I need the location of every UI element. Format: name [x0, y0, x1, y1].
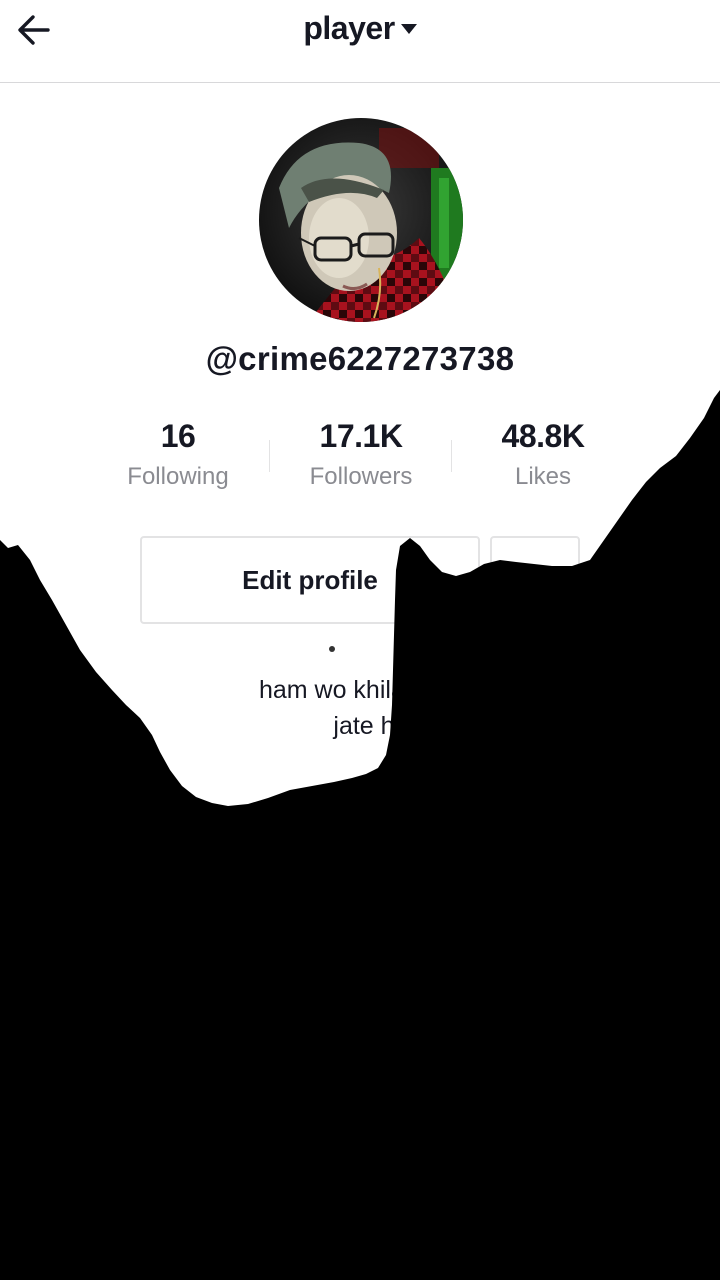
followers-count: 17.1K: [319, 418, 403, 454]
followers-label: Followers: [309, 463, 413, 490]
page-title[interactable]: player: [303, 10, 395, 46]
bio-dot: [329, 646, 335, 652]
caret-down-icon[interactable]: [400, 23, 417, 34]
bookmarks-button[interactable]: [490, 536, 580, 624]
bio-line-2: jate h: [333, 712, 395, 740]
following-label: Following: [127, 463, 229, 490]
following-stat[interactable]: 16 Following: [88, 416, 268, 494]
username-handle: @crime6227273738: [205, 340, 515, 377]
likes-label: Likes: [514, 463, 572, 490]
bio-text: ham wo khiladi hai jo jate h: [0, 672, 720, 744]
top-bar: player: [0, 0, 720, 83]
avatar[interactable]: [259, 118, 463, 322]
bookmark-icon: [523, 565, 547, 597]
edit-profile-button[interactable]: Edit profile: [140, 536, 480, 624]
bio-line-1: ham wo khiladi hai jo: [258, 676, 492, 704]
followers-stat[interactable]: 17.1K Followers: [271, 416, 451, 494]
likes-stat[interactable]: 48.8K Likes: [453, 416, 633, 494]
stat-divider: [451, 440, 452, 472]
following-count: 16: [160, 418, 196, 454]
stat-divider: [269, 440, 270, 472]
account-switcher[interactable]: player: [0, 10, 720, 47]
likes-count: 48.8K: [501, 418, 585, 454]
avatar-photo: [259, 118, 463, 322]
